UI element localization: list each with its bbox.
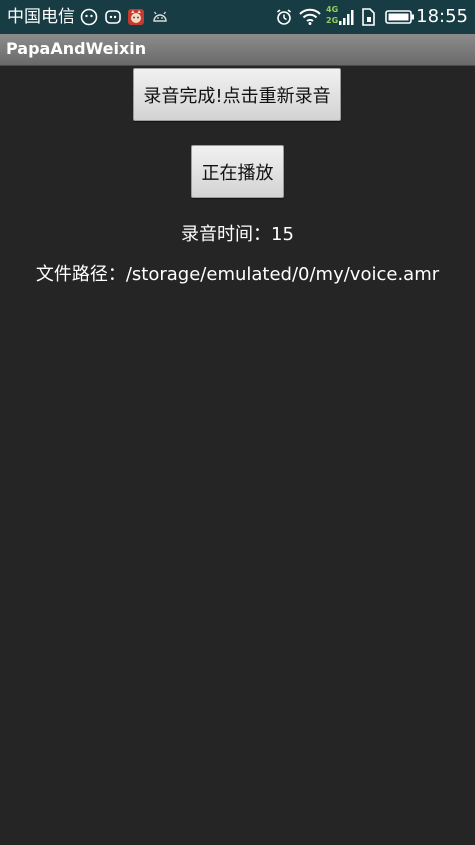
record-time-row: 录音时间：15 [0, 224, 475, 246]
file-path-label: 文件路径： [35, 264, 126, 285]
sim-icon [362, 8, 375, 26]
status-bar: 中国电信 4G 2G 18:55 [0, 0, 475, 34]
app-title: PapaAndWeixin [6, 39, 147, 58]
wifi-icon [299, 8, 321, 25]
file-path-row: 文件路径：/storage/emulated/0/my/voice.amr [0, 264, 475, 286]
play-button[interactable]: 正在播放 [191, 145, 284, 198]
chat-bubble-icon [105, 10, 121, 24]
battery-icon [385, 10, 414, 24]
file-path-value: /storage/emulated/0/my/voice.amr [125, 264, 440, 285]
record-time-value: 15 [271, 224, 294, 245]
rerecord-button[interactable]: 录音完成!点击重新录音 [133, 68, 341, 121]
signal-icon [339, 10, 354, 25]
alarm-icon [277, 9, 291, 25]
wechat-icon [80, 8, 98, 26]
record-time-label: 录音时间： [181, 224, 272, 245]
cat-app-icon [128, 9, 144, 25]
android-icon [153, 11, 167, 22]
clock: 18:55 [416, 6, 468, 27]
carrier-name: 中国电信 [7, 7, 75, 27]
title-bar: PapaAndWeixin [0, 34, 475, 66]
